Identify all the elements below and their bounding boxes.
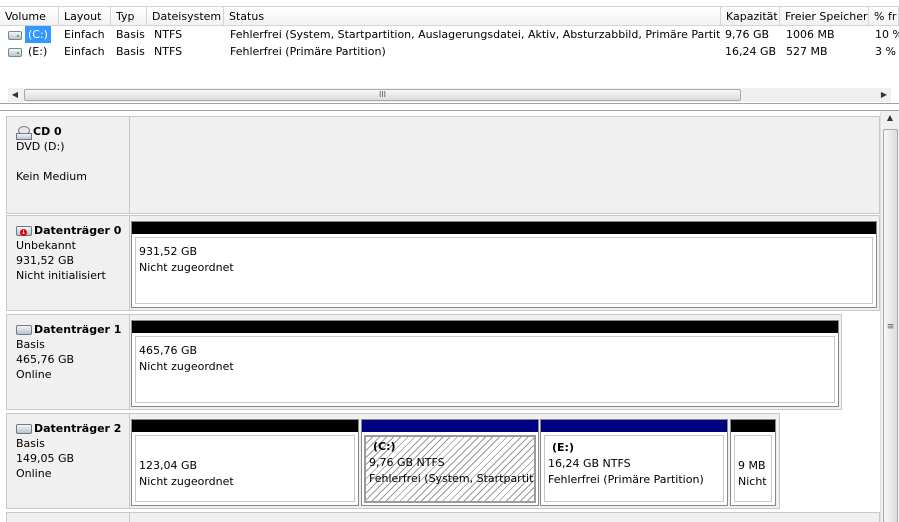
volume-layout: Einfach <box>64 28 105 41</box>
partition-status: Fehlerfrei (System, Startpartition <box>369 472 536 485</box>
partition-size: 123,04 GB <box>139 459 198 472</box>
disk-status: Online <box>16 467 52 480</box>
disk-row-partial <box>6 512 880 522</box>
volume-status: Fehlerfrei (System, Startpartition, Ausl… <box>230 28 720 41</box>
scroll-left-icon[interactable]: ◀ <box>8 88 22 102</box>
column-header-status[interactable]: Status <box>224 7 721 26</box>
partition-status: Nicht zugeordnet <box>139 261 234 274</box>
volume-name: (E:) <box>28 45 48 58</box>
partition-size: 9,76 GB NTFS <box>369 456 445 469</box>
volume-status: Fehlerfrei (Primäre Partition) <box>230 45 386 58</box>
disk-size: 465,76 GB <box>16 353 75 366</box>
volume-typ: Basis <box>116 45 145 58</box>
disk-status: Nicht initialisiert <box>16 269 106 282</box>
partition-size: 465,76 GB <box>139 344 198 357</box>
partition-unallocated-small[interactable]: 9 MB Nicht <box>730 419 776 506</box>
disk-label[interactable]: ↓ Datenträger 0 Unbekannt 931,52 GB Nicht… <box>6 215 130 311</box>
partition-status: Nicht zugeordnet <box>139 475 234 488</box>
disk-name: CD 0 <box>33 125 62 138</box>
volume-list-header: Volume Layout Typ Dateisystem Status Kap… <box>0 6 899 26</box>
volume-list-pane: Volume Layout Typ Dateisystem Status Kap… <box>0 0 899 104</box>
disk-size: 149,05 GB <box>16 452 75 465</box>
vertical-scrollbar[interactable]: ▲ ≡ <box>880 111 899 522</box>
partition-unallocated[interactable]: 123,04 GB Nicht zugeordnet <box>131 419 359 506</box>
disk-type: Basis <box>16 437 45 450</box>
partition-status: Nicht zugeordnet <box>139 360 234 373</box>
column-header-volume[interactable]: Volume <box>0 7 59 26</box>
drive-icon <box>8 30 22 40</box>
disk-error-icon: ↓ <box>16 226 32 236</box>
disk-area-empty[interactable] <box>130 116 880 214</box>
partition-unallocated[interactable]: 931,52 GB Nicht zugeordnet <box>131 221 877 308</box>
partition-status: Nicht <box>738 475 767 488</box>
partition-size: 9 MB <box>738 459 766 472</box>
partition-label: (E:) <box>552 441 574 454</box>
volume-kapazitaet: 9,76 GB <box>725 28 770 41</box>
disk-type: DVD (D:) <box>16 140 65 153</box>
volume-row[interactable]: (C:) Einfach Basis NTFS Fehlerfrei (Syst… <box>0 26 899 43</box>
volume-prozent-frei: 3 % <box>875 45 896 58</box>
scroll-up-icon[interactable]: ▲ <box>883 111 897 125</box>
disk-name: Datenträger 1 <box>34 323 122 336</box>
disk-name: Datenträger 0 <box>34 224 122 237</box>
disk-row-datentraeger2: Datenträger 2 Basis 149,05 GB Online 123… <box>6 413 880 509</box>
partition-size: 931,52 GB <box>139 245 198 258</box>
volume-row[interactable]: (E:) Einfach Basis NTFS Fehlerfrei (Prim… <box>0 43 899 60</box>
horizontal-scrollbar[interactable]: ◀ III ▶ <box>8 88 891 102</box>
volume-dateisystem: NTFS <box>154 28 183 41</box>
volume-freier-speicher: 1006 MB <box>786 28 835 41</box>
volume-dateisystem: NTFS <box>154 45 183 58</box>
disk-size <box>16 154 129 169</box>
partition-unallocated[interactable]: 465,76 GB Nicht zugeordnet <box>131 320 839 407</box>
partition-e[interactable]: (E:) 16,24 GB NTFS Fehlerfrei (Primäre P… <box>540 419 728 506</box>
disk-type: Basis <box>16 338 45 351</box>
column-header-layout[interactable]: Layout <box>59 7 111 26</box>
disk-label[interactable]: Datenträger 1 Basis 465,76 GB Online <box>6 314 130 410</box>
volume-typ: Basis <box>116 28 145 41</box>
disk-icon <box>16 424 32 434</box>
column-header-freier-speicher[interactable]: Freier Speicher <box>780 7 869 26</box>
partition-c[interactable]: (C:) 9,76 GB NTFS Fehlerfrei (System, St… <box>361 419 539 506</box>
column-header-prozent-frei[interactable]: % fr <box>869 7 899 26</box>
disk-label[interactable]: Datenträger 2 Basis 149,05 GB Online <box>6 413 130 509</box>
disk-type: Unbekannt <box>16 239 76 252</box>
vertical-scroll-thumb[interactable]: ≡ <box>883 129 898 522</box>
volume-freier-speicher: 527 MB <box>786 45 828 58</box>
disk-row-datentraeger0: ↓ Datenträger 0 Unbekannt 931,52 GB Nicht… <box>6 215 880 311</box>
column-header-typ[interactable]: Typ <box>111 7 147 26</box>
scroll-right-icon[interactable]: ▶ <box>877 88 891 102</box>
partition-size: 16,24 GB NTFS <box>548 457 631 470</box>
volume-kapazitaet: 16,24 GB <box>725 45 777 58</box>
horizontal-scroll-thumb[interactable]: III <box>24 89 741 101</box>
disk-name: Datenträger 2 <box>34 422 122 435</box>
drive-icon <box>8 47 22 57</box>
disk-graphic-pane: CD 0 DVD (D:) Kein Medium ↓ Datenträger 0… <box>0 110 899 522</box>
partition-label: (C:) <box>373 440 396 453</box>
disk-label[interactable]: CD 0 DVD (D:) Kein Medium <box>6 116 130 214</box>
partition-status: Fehlerfrei (Primäre Partition) <box>548 473 704 486</box>
cd-drive-icon <box>16 125 32 140</box>
column-header-kapazitaet[interactable]: Kapazität <box>721 7 780 26</box>
disk-status: Kein Medium <box>16 170 87 183</box>
disk-icon <box>16 325 32 335</box>
volume-prozent-frei: 10 % <box>875 28 899 41</box>
volume-name: (C:) <box>25 26 51 43</box>
disk-size: 931,52 GB <box>16 254 75 267</box>
disk-status: Online <box>16 368 52 381</box>
column-header-dateisystem[interactable]: Dateisystem <box>147 7 224 26</box>
disk-row-cd0: CD 0 DVD (D:) Kein Medium <box>6 116 880 214</box>
volume-layout: Einfach <box>64 45 105 58</box>
disk-row-datentraeger1: Datenträger 1 Basis 465,76 GB Online 465… <box>6 314 880 410</box>
